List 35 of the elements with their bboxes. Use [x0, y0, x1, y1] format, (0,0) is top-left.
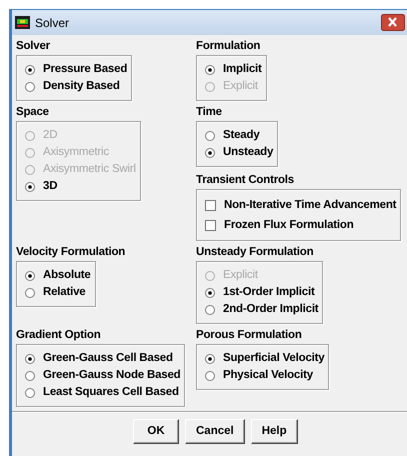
group-title: Unsteady Formulation: [196, 245, 314, 260]
group-title: Solver: [16, 39, 51, 54]
option-label: Unsteady: [223, 145, 274, 160]
option-label: Steady: [223, 128, 260, 143]
option-label: Implicit: [223, 62, 262, 77]
option-label: Axisymmetric Swirl: [43, 162, 136, 177]
option-label: Explicit: [223, 79, 258, 94]
option-label: Non-Iterative Time Advancement: [224, 198, 396, 212]
option-label: Density Based: [43, 79, 120, 94]
group-title: Formulation: [196, 39, 262, 54]
group-title: Space: [16, 105, 50, 120]
option-label: Superficial Velocity: [223, 351, 324, 366]
option-label: 3D: [43, 179, 58, 194]
group-title: Time: [196, 105, 223, 120]
option-label: Green-Gauss Node Based: [43, 368, 180, 383]
group-title: Transient Controls: [196, 173, 295, 188]
option-label: Green-Gauss Cell Based: [43, 351, 173, 366]
dialog-button[interactable]: Cancel: [185, 419, 245, 444]
dialog-button[interactable]: Help: [250, 419, 298, 444]
option-label: 2nd-Order Implicit: [223, 302, 318, 317]
group-title: Gradient Option: [16, 328, 102, 343]
option-label: 2D: [43, 128, 58, 143]
window-title: Solver: [35, 14, 70, 32]
dialog-button[interactable]: OK: [133, 419, 179, 444]
option-label: 1st-Order Implicit: [223, 285, 315, 300]
group-title: Velocity Formulation: [16, 245, 126, 260]
option-label: Relative: [43, 285, 86, 300]
option-label: Explicit: [223, 268, 258, 283]
option-label: Least Squares Cell Based: [43, 385, 179, 400]
option-label: Physical Velocity: [223, 368, 313, 383]
group-title: Porous Formulation: [196, 328, 303, 343]
option-label: Absolute: [43, 268, 91, 283]
option-label: Axisymmetric: [43, 145, 109, 160]
option-label: Pressure Based: [43, 62, 128, 77]
option-label: Frozen Flux Formulation: [224, 218, 354, 232]
